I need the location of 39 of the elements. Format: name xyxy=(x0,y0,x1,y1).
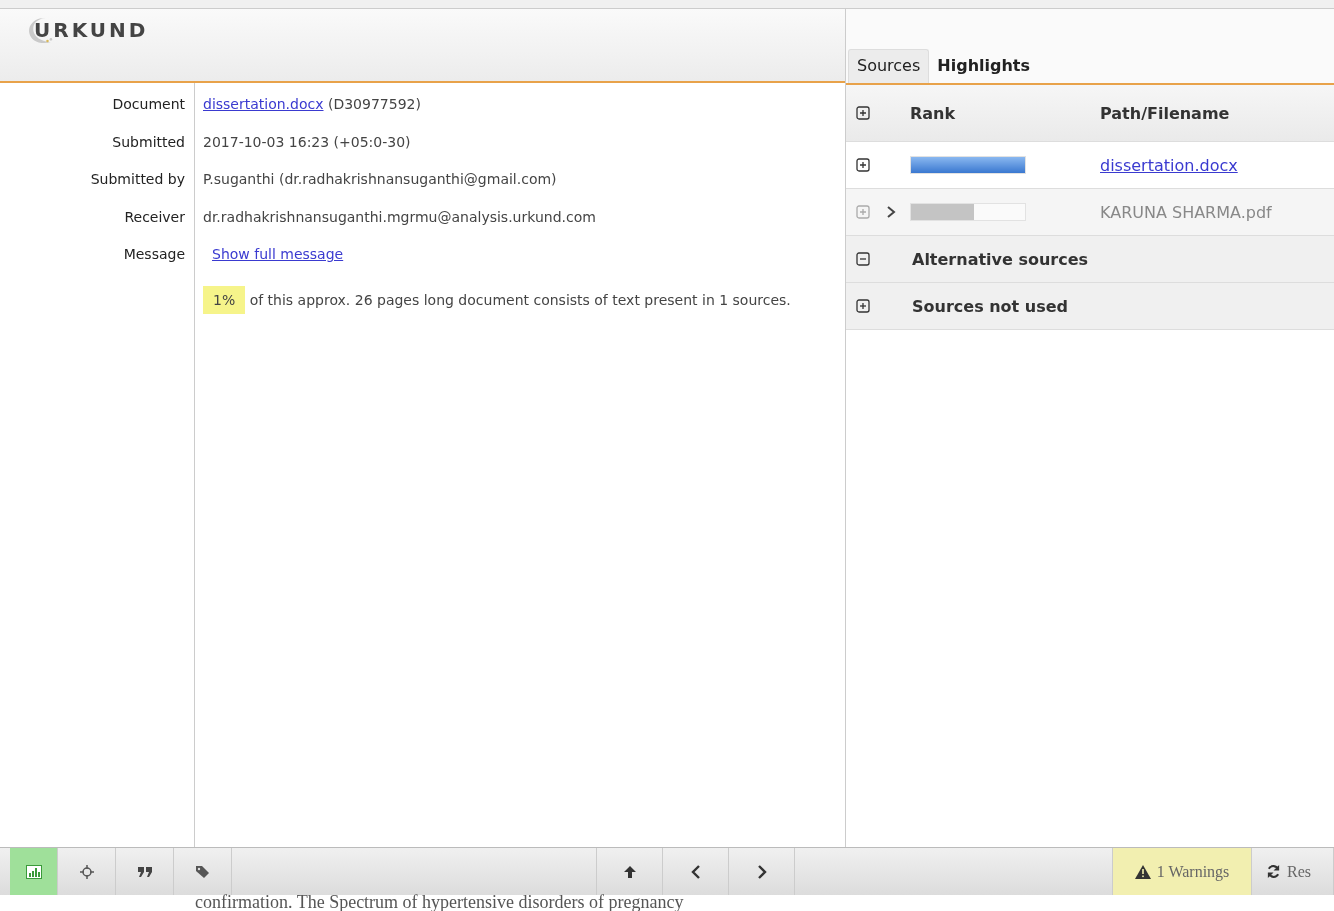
expand-icon[interactable] xyxy=(856,299,870,313)
column-header: Path/Filename xyxy=(1100,103,1230,123)
chart-icon xyxy=(25,864,42,879)
tab[interactable]: Sources xyxy=(848,49,930,83)
filename-link[interactable]: dissertation.docx xyxy=(1100,155,1238,175)
chevron-icon[interactable] xyxy=(886,206,896,218)
show-message-link[interactable]: Show full message xyxy=(212,246,344,262)
warnings-button[interactable]: 1 Warnings xyxy=(1112,848,1252,895)
chevron-right-icon xyxy=(756,864,767,879)
expand-icon[interactable] xyxy=(856,158,870,172)
field-value: 2017-10-03 16:23 (+05:0-30) xyxy=(203,133,411,150)
field-label: Receiver xyxy=(123,207,186,227)
summary-text: 1% of this approx. 26 pages long document consists of text present in 1 sources. xyxy=(203,283,837,317)
document-link[interactable]: dissertation.docx xyxy=(203,96,324,112)
field-value: dr.radhakrishnansuganthi.mgrmu@analysis.urkund.com xyxy=(203,208,596,225)
tag-icon xyxy=(194,864,211,879)
warning-icon xyxy=(1134,864,1151,879)
filename: KARUNA SHARMA.pdf xyxy=(1100,202,1272,222)
arrow-up-icon xyxy=(622,864,637,879)
field-label: Message xyxy=(122,245,186,264)
field-label: Submitted xyxy=(111,132,186,152)
crosshair-icon xyxy=(79,864,94,879)
logo-text: URKUND xyxy=(34,18,149,42)
document-id: (D30977592) xyxy=(327,96,421,112)
refresh-icon xyxy=(1266,864,1281,879)
field-label: Document xyxy=(111,95,186,114)
tab[interactable]: Highlights xyxy=(929,50,1038,83)
expand-icon[interactable] xyxy=(856,106,870,120)
field-label: Submitted by xyxy=(89,170,186,189)
column-header: Rank xyxy=(910,103,957,123)
group-label[interactable]: Alternative sources xyxy=(912,249,1089,269)
toolbar-button[interactable] xyxy=(10,848,58,895)
collapse-icon[interactable] xyxy=(856,252,870,266)
document-text: confirmation. The Spectrum of hypertensive disorders of pregnancy xyxy=(195,893,684,911)
chevron-left-icon xyxy=(690,864,701,879)
quote-icon xyxy=(136,865,153,878)
group-label[interactable]: Sources not used xyxy=(912,296,1069,316)
field-value: P.suganthi (dr.radhakrishnansuganthi@gmail.com) xyxy=(203,171,557,187)
reset-button[interactable]: Res xyxy=(1252,848,1334,895)
